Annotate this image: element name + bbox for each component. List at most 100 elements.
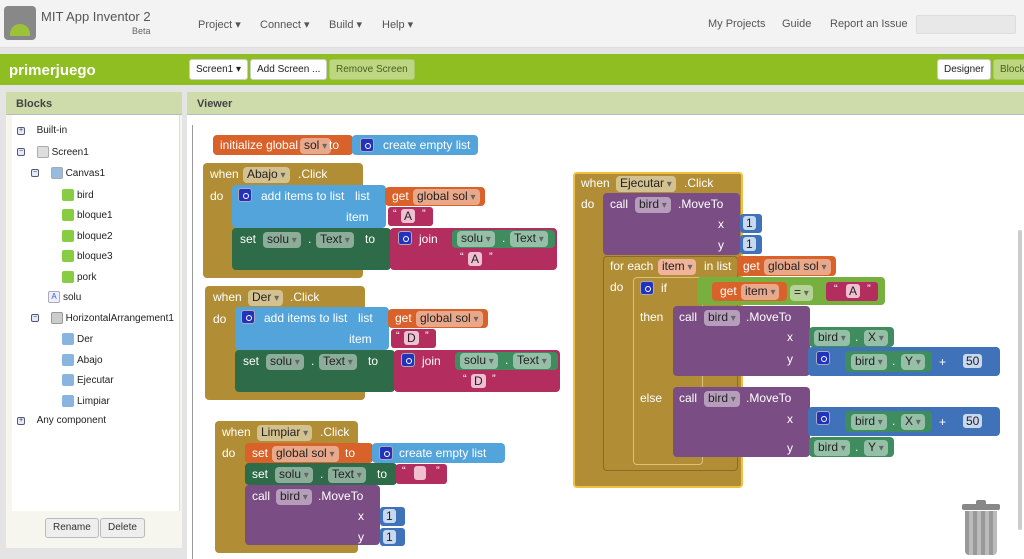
component-dropdown[interactable]: solu (266, 354, 304, 370)
do-label: do (610, 280, 624, 294)
text-string-block[interactable]: “A” (455, 250, 500, 268)
tree-item-limpiar[interactable]: Limpiar (62, 395, 110, 407)
to-label: to (329, 138, 340, 152)
gear-mutator-icon[interactable] (360, 138, 374, 152)
to-label: to (368, 354, 379, 368)
gear-mutator-icon[interactable] (816, 411, 830, 425)
number-block[interactable]: 50 (960, 351, 994, 372)
tree-item-ejecutar[interactable]: Ejecutar (62, 374, 114, 386)
component-dropdown[interactable]: bird (704, 310, 740, 326)
component-dropdown[interactable]: bird (704, 391, 740, 407)
designer-button[interactable]: Designer (937, 59, 992, 80)
property-dropdown[interactable]: Y (901, 354, 925, 370)
link-report-issue[interactable]: Report an Issue (830, 18, 908, 30)
tree-item-solu[interactable]: Asolu (48, 291, 81, 303)
component-dropdown[interactable]: bird (276, 489, 312, 505)
property-dropdown[interactable]: X (864, 330, 888, 346)
tree-item-abajo[interactable]: Abajo (62, 354, 103, 366)
component-dropdown[interactable]: bird (635, 197, 671, 213)
component-dropdown[interactable]: bird (851, 354, 887, 370)
link-my-projects[interactable]: My Projects (708, 18, 765, 30)
text-string-block[interactable]: “” (396, 464, 447, 484)
tree-item-horizontalarrangement1[interactable]: − HorizontalArrangement1 (31, 312, 174, 324)
item-label: item (346, 210, 369, 224)
variable-dropdown[interactable]: global sol (272, 446, 339, 462)
app-beta: Beta (132, 26, 151, 36)
number-block[interactable]: 1 (740, 214, 762, 233)
gear-mutator-icon[interactable] (238, 188, 252, 202)
component-dropdown[interactable]: solu (460, 353, 498, 369)
gear-mutator-icon[interactable] (640, 281, 654, 295)
variable-dropdown[interactable]: global sol (416, 311, 483, 327)
loop-variable-field[interactable]: item (658, 259, 697, 275)
account-select[interactable] (916, 15, 1016, 34)
else-label: else (640, 391, 663, 405)
tree-item-bloque3[interactable]: bloque3 (62, 250, 113, 262)
property-dropdown[interactable]: Text (328, 467, 366, 483)
gear-mutator-icon[interactable] (398, 231, 412, 245)
event-label: .Click (290, 290, 320, 304)
property-dropdown[interactable]: Text (316, 232, 354, 248)
tree-item-bloque2[interactable]: bloque2 (62, 230, 113, 242)
add-items-label: add items to list (261, 189, 345, 203)
when-label: when (222, 425, 251, 439)
number-block[interactable]: 50 (960, 411, 994, 432)
method-label: .MoveTo (746, 391, 792, 405)
component-dropdown[interactable]: Der (248, 290, 284, 306)
variable-dropdown[interactable]: item (741, 284, 780, 300)
number-block[interactable]: 1 (740, 235, 762, 254)
link-guide[interactable]: Guide (782, 18, 811, 30)
blocks-panel-title: Blocks (6, 92, 182, 115)
menu-build[interactable]: Build ▾ (329, 18, 362, 31)
tree-item-der[interactable]: Der (62, 333, 93, 345)
variable-dropdown[interactable]: global sol (413, 189, 480, 205)
variable-dropdown[interactable]: global sol (764, 259, 831, 275)
tree-item-any-component[interactable]: + Any component (17, 415, 106, 426)
gear-mutator-icon[interactable] (241, 310, 255, 324)
text-string-block[interactable]: “A” (388, 207, 433, 226)
component-dropdown[interactable]: solu (263, 232, 301, 248)
gear-mutator-icon[interactable] (379, 446, 393, 460)
dot-label: . (505, 353, 509, 367)
property-dropdown[interactable]: Text (319, 354, 357, 370)
screen-select[interactable]: Screen1 ▾ (189, 59, 249, 80)
tree-item-bird[interactable]: bird (62, 189, 94, 201)
tree-item-built-in[interactable]: + Built-in (17, 125, 67, 136)
property-dropdown[interactable]: Y (864, 440, 888, 456)
workspace-scrollbar[interactable] (1018, 230, 1022, 530)
remove-screen-button[interactable]: Remove Screen (329, 59, 415, 80)
app-title: MIT App Inventor 2 (41, 9, 151, 24)
gear-mutator-icon[interactable] (401, 353, 415, 367)
delete-button[interactable]: Delete (100, 518, 145, 538)
menu-connect[interactable]: Connect ▾ (260, 18, 310, 31)
tree-item-pork[interactable]: pork (62, 271, 96, 283)
text-string-block[interactable]: “D” (458, 372, 503, 390)
property-dropdown[interactable]: Text (513, 353, 551, 369)
property-dropdown[interactable]: X (901, 414, 925, 430)
menu-help[interactable]: Help ▾ (382, 18, 413, 31)
add-screen-button[interactable]: Add Screen ... (250, 59, 328, 80)
text-string-block[interactable]: “A” (826, 282, 878, 301)
operator-dropdown[interactable]: = (790, 285, 813, 301)
property-dropdown[interactable]: Text (510, 231, 548, 247)
tree-item-screen1[interactable]: − Screen1 (17, 146, 89, 158)
trash-can-icon[interactable] (962, 500, 1000, 555)
var-name-field[interactable]: sol (300, 138, 332, 154)
tree-item-bloque1[interactable]: bloque1 (62, 209, 113, 221)
blocks-button[interactable]: Blocks (993, 59, 1024, 80)
component-dropdown[interactable]: Limpiar (257, 425, 313, 441)
tree-item-canvas1[interactable]: − Canvas1 (31, 167, 105, 179)
number-block[interactable]: 1 (380, 507, 405, 526)
rename-button[interactable]: Rename (45, 518, 99, 538)
menu-project[interactable]: Project ▾ (198, 18, 241, 31)
component-dropdown[interactable]: solu (275, 467, 313, 483)
component-dropdown[interactable]: bird (814, 330, 850, 346)
text-string-block[interactable]: “D” (391, 329, 436, 348)
component-dropdown[interactable]: bird (814, 440, 850, 456)
component-dropdown[interactable]: Ejecutar (616, 176, 676, 192)
number-block[interactable]: 1 (380, 528, 405, 546)
component-dropdown[interactable]: bird (851, 414, 887, 430)
gear-mutator-icon[interactable] (816, 351, 830, 365)
component-dropdown[interactable]: Abajo (243, 167, 290, 183)
component-dropdown[interactable]: solu (457, 231, 495, 247)
